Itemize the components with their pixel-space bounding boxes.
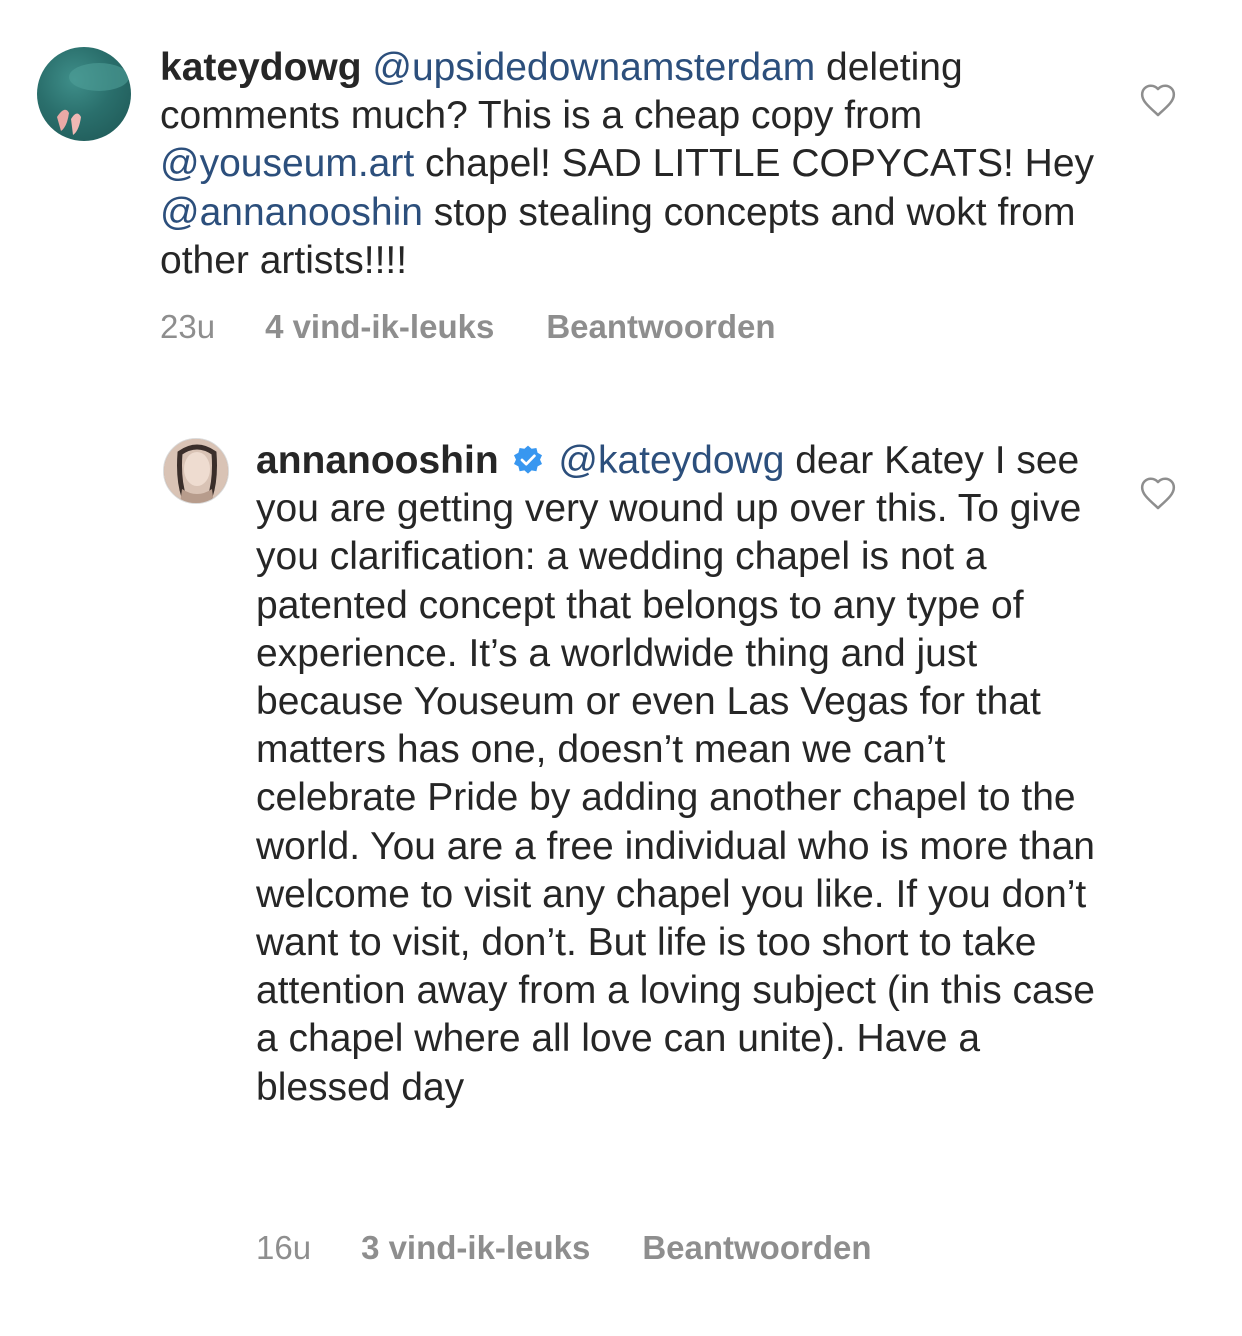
mention-link[interactable]: @youseum.art <box>160 142 414 185</box>
comment-time: 23u <box>160 308 216 345</box>
comment-username[interactable]: kateydowg <box>160 46 362 89</box>
comment-text: annanooshin @kateydowg dear Katey I see … <box>256 437 1096 1112</box>
mention-link[interactable]: @annanooshin <box>160 191 423 234</box>
avatar-image <box>164 439 228 503</box>
mention-link[interactable]: @kateydowg <box>558 439 784 482</box>
comment-body: dear Katey I see you are getting very wo… <box>256 439 1095 1109</box>
comment-time: 16u <box>256 1229 312 1266</box>
comment-meta: 16u 3 vind-ik-leuks Beantwoorden <box>256 1229 872 1267</box>
heart-outline-icon[interactable] <box>1139 475 1177 511</box>
like-count[interactable]: 4 vind-ik-leuks <box>265 308 494 346</box>
like-count[interactable]: 3 vind-ik-leuks <box>361 1229 590 1267</box>
reply-button[interactable]: Beantwoorden <box>546 308 775 346</box>
verified-badge-icon <box>513 445 542 474</box>
avatar[interactable] <box>163 438 229 504</box>
mention-link[interactable]: @upsidedownamsterdam <box>372 46 815 89</box>
comment-text: kateydowg @upsidedownamsterdam deleting … <box>160 44 1100 285</box>
avatar[interactable] <box>37 47 131 141</box>
comment-kateydowg: kateydowg @upsidedownamsterdam deleting … <box>0 0 1242 380</box>
comment-username[interactable]: annanooshin <box>256 439 499 482</box>
heart-outline-icon[interactable] <box>1139 82 1177 118</box>
comment-body: chapel! SAD LITTLE COPYCATS! Hey <box>414 142 1095 186</box>
reply-button[interactable]: Beantwoorden <box>642 1229 871 1267</box>
comment-meta: 23u 4 vind-ik-leuks Beantwoorden <box>160 308 776 346</box>
avatar-image <box>57 63 129 135</box>
